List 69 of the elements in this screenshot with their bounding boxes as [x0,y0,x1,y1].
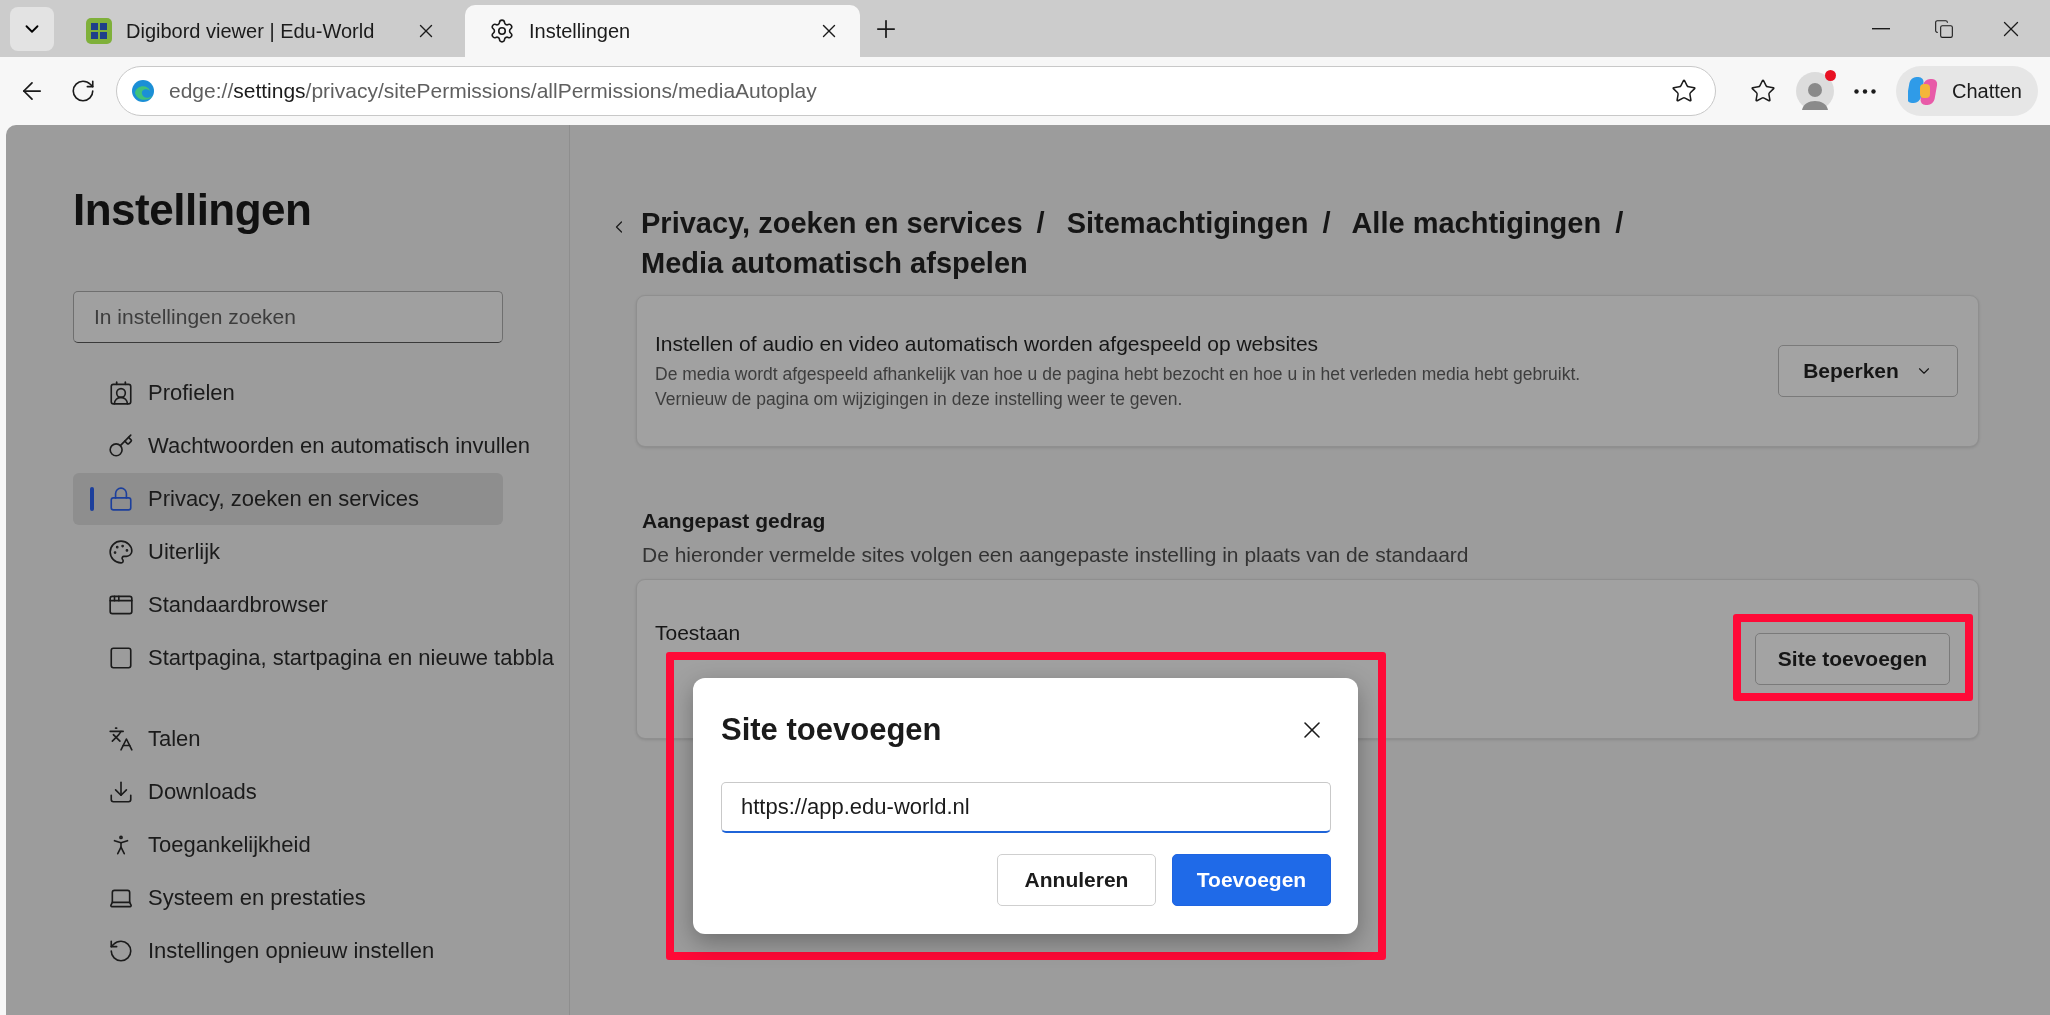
breadcrumb-separator: / [1322,207,1331,239]
reset-icon [108,938,134,964]
sidebar-label: Systeem en prestaties [148,885,366,911]
lock-icon [108,486,134,512]
autoplay-dropdown[interactable]: Beperken [1778,345,1958,397]
profile-avatar[interactable] [1795,72,1834,110]
breadcrumb-link[interactable]: Alle machtigingen [1351,207,1602,239]
breadcrumb-separator: / [1615,207,1624,239]
sidebar-item[interactable]: Privacy, zoeken en services [73,473,503,525]
sidebar-item[interactable]: Toegankelijkheid [73,819,503,871]
selection-indicator [90,487,94,511]
star-icon [1670,78,1697,104]
gear-icon [489,18,515,44]
setting-title: Instellen of audio en video automatisch worden afgespeeld op websites [655,332,1320,356]
sidebar-label: Privacy, zoeken en services [148,486,420,512]
sidebar-label: Instellingen opnieuw instellen [148,938,435,964]
setting-description: Vernieuw de pagina om wijzigingen in deze instelling weer te geven. [655,389,1184,410]
sidebar-item[interactable]: Downloads [73,766,503,818]
sidebar-label: Downloads [148,779,257,805]
add-site-button[interactable]: Site toevoegen [1755,633,1950,685]
sidebar-item[interactable]: Systeem en prestaties [73,872,503,924]
grid-logo-icon [86,18,112,44]
sidebar-label: Talen [148,726,201,752]
square-icon [108,645,134,671]
section-heading: Aangepast gedrag [642,509,827,533]
sidebar-item[interactable]: Instellingen opnieuw instellen [73,925,503,977]
site-url-field[interactable]: https://app.edu-world.nl [721,782,1331,833]
breadcrumb-link[interactable]: Privacy, zoeken en services [641,207,1023,239]
cancel-button[interactable]: Annuleren [997,854,1156,906]
more-icon [1853,88,1876,94]
setting-description: De media wordt afgespeeld afhankelijk van hoe u de pagina hebt bezocht en hoe u in het verleden media hebt gebruikt. [655,364,1582,385]
sidebar-label: Startpagina, startpagina en nieuwe tabbla [148,645,555,671]
key-icon [108,433,134,459]
languages-icon [108,726,134,752]
browser-logo-icon [131,79,155,103]
download-icon [108,779,134,805]
minimize-icon [1872,27,1890,30]
profile-card-icon [108,380,134,406]
browser-tab[interactable]: Instellingen [465,5,860,57]
section-subtitle: De hieronder vermelde sites volgen een aangepaste instelling in plaats van de standaard [642,543,1470,567]
sidebar-title: Instellingen [73,185,313,235]
sidebar-label: Uiterlijk [148,539,221,565]
sidebar-item[interactable]: Talen [73,713,503,765]
allow-label: Toestaan [655,621,742,645]
sidebar-item[interactable]: Wachtwoorden en automatisch invullen [73,420,540,472]
sidebar-label: Standaardbrowser [148,592,328,618]
restore-icon [1934,18,1954,39]
star-icon [1749,78,1776,104]
dialog-title: Site toevoegen [721,712,942,748]
palette-icon [108,539,134,565]
browser-tab[interactable]: Digibord viewer | Edu-World [62,5,457,57]
sidebar-label: Wachtwoorden en automatisch invullen [148,433,530,459]
sidebar-item[interactable]: Startpagina, startpagina en nieuwe tabbla [73,632,565,684]
tab-title: Digibord viewer | Edu-World [126,19,376,43]
sidebar-label: Profielen [148,380,235,406]
tab-title: Instellingen [529,19,632,43]
sidebar-item[interactable]: Uiterlijk [73,526,503,578]
url-text: edge://settings/privacy/sitePermissions/allPermissions/mediaAutoplay [169,79,818,103]
chat-button[interactable]: Chatten [1895,66,2038,116]
sidebar-item[interactable]: Standaardbrowser [73,579,503,631]
confirm-button[interactable]: Toevoegen [1172,854,1331,906]
address-bar[interactable]: edge://settings/privacy/sitePermissions/allPermissions/mediaAutoplay [116,66,1716,116]
sidebar-label: Toegankelijkheid [148,832,311,858]
breadcrumb-link[interactable]: Sitemachtigingen [1066,207,1309,239]
person-silhouette-icon [1800,80,1829,110]
breadcrumb-separator: / [1036,207,1045,239]
sidebar-item[interactable]: Profielen [73,367,503,419]
search-field[interactable]: In instellingen zoeken [73,291,503,343]
reload-icon [70,78,96,104]
